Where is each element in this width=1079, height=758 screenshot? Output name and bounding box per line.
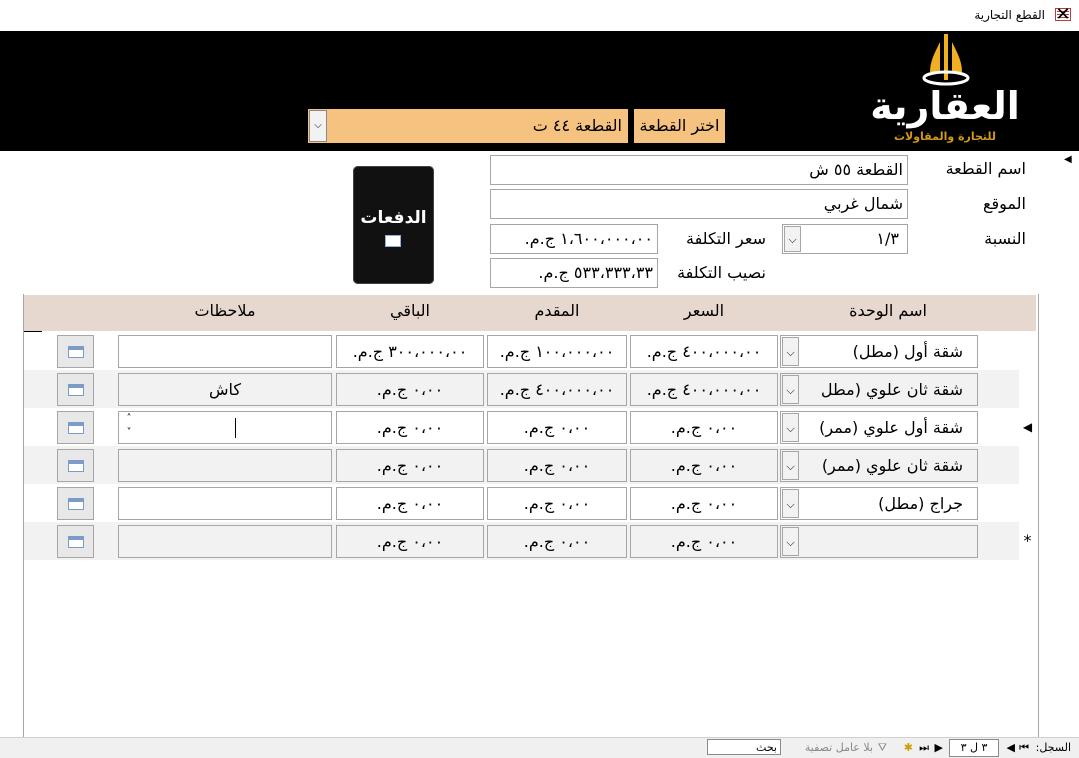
previous-record-icon[interactable]: ◀ <box>1007 741 1015 754</box>
logo-text: العقارية <box>870 84 1020 128</box>
chevron-down-icon[interactable]: ⌵ <box>782 413 799 442</box>
status-bar: السجل: ⏮ ◀ ٣ ل ٣ ▶ ⏭ ✱ ⛛ بلا عامل تصفية … <box>0 737 1079 758</box>
notes-field[interactable] <box>118 449 332 482</box>
record-label: السجل: <box>1035 741 1071 754</box>
current-record-marker[interactable]: ◀ <box>1019 408 1036 446</box>
record-number-field[interactable]: ٣ ل ٣ <box>949 739 999 757</box>
notes-field[interactable]: كاش <box>118 373 332 406</box>
price-field[interactable]: ٤٠٠،٠٠٠،٠٠ ج.م. <box>630 373 778 406</box>
form-icon <box>385 235 401 247</box>
notes-field[interactable] <box>118 335 332 368</box>
col-header-notes: ملاحظات <box>194 301 256 320</box>
col-header-down: المقدم <box>534 301 580 320</box>
unit-name-combo[interactable]: ⌵ <box>780 525 978 558</box>
plot-name-field[interactable]: القطعة ٥٥ ش <box>490 155 908 185</box>
remaining-field[interactable]: ٣٠٠،٠٠٠،٠٠ ج.م. <box>336 335 484 368</box>
spin-arrows-icon[interactable]: ˄ ˅ <box>121 412 137 440</box>
ratio-value: ١/٣ <box>876 229 899 248</box>
col-header-rest: الباقي <box>389 301 430 320</box>
form-icon <box>68 536 84 548</box>
chevron-down-icon[interactable]: ⌵ <box>782 375 799 404</box>
chevron-down-icon[interactable]: ⌵ <box>782 489 799 518</box>
unit-name-combo[interactable]: ⌵ شقة ثان علوي (ممر) <box>780 449 978 482</box>
remaining-field[interactable]: ٠،٠٠ ج.م. <box>336 525 484 558</box>
col-header-unit: اسم الوحدة <box>849 301 927 320</box>
unit-name-combo[interactable]: ⌵ جراج (مطل) <box>780 487 978 520</box>
chevron-down-icon[interactable]: ⌵ <box>784 226 801 252</box>
cost-price-label: سعر التكلفة <box>686 229 766 248</box>
location-field[interactable]: شمال غربي <box>490 189 908 219</box>
price-field[interactable]: ٠،٠٠ ج.م. <box>630 411 778 444</box>
unit-name-value: جراج (مطل) <box>878 494 963 513</box>
title-bar <box>0 0 1079 32</box>
price-field[interactable]: ٤٠٠،٠٠٠،٠٠ ج.م. <box>630 335 778 368</box>
form-icon <box>68 422 84 434</box>
logo-subtitle: للتجارة والمقاولات <box>893 130 997 143</box>
plot-name-label: اسم القطعة <box>945 159 1026 178</box>
new-record-icon[interactable]: ✱ <box>904 741 913 754</box>
down-payment-field[interactable]: ٠،٠٠ ج.م. <box>487 411 627 444</box>
unit-name-combo[interactable]: ⌵ شقة أول علوي (ممر) <box>780 411 978 444</box>
remaining-field[interactable]: ٠،٠٠ ج.م. <box>336 487 484 520</box>
form-icon <box>68 498 84 510</box>
down-payment-field[interactable]: ٤٠٠،٠٠٠،٠٠ ج.م. <box>487 373 627 406</box>
location-label: الموقع <box>983 194 1026 213</box>
down-payment-field[interactable]: ٠،٠٠ ج.م. <box>487 487 627 520</box>
new-record-marker[interactable]: * <box>1019 522 1036 560</box>
chevron-down-icon[interactable]: ⌵ <box>309 110 327 142</box>
notes-field[interactable]: ˄ ˅ <box>118 411 332 444</box>
record-selector-icon[interactable]: ◀ <box>1064 154 1072 165</box>
open-details-button[interactable] <box>57 525 94 558</box>
chevron-down-icon[interactable]: ⌵ <box>782 451 799 480</box>
first-record-icon[interactable]: ⏮ <box>1019 741 1029 755</box>
filter-status[interactable]: بلا عامل تصفية <box>805 741 873 754</box>
open-details-button[interactable] <box>57 411 94 444</box>
down-payment-field[interactable]: ٠،٠٠ ج.م. <box>487 525 627 558</box>
choose-plot-label: اختر القطعة <box>634 109 725 143</box>
remaining-field[interactable]: ٠،٠٠ ج.م. <box>336 411 484 444</box>
search-field[interactable]: بحث <box>707 739 781 755</box>
notes-field[interactable] <box>118 487 332 520</box>
col-header-price: السعر <box>683 301 725 320</box>
unit-name-value: شقة أول علوي (ممر) <box>819 418 963 437</box>
open-details-button[interactable] <box>57 487 94 520</box>
chevron-down-icon[interactable]: ⌵ <box>782 337 799 366</box>
cost-share-field[interactable]: ٥٣٣،٣٣٣،٣٣ ج.م. <box>490 258 658 288</box>
ratio-combo[interactable]: ١/٣ ⌵ <box>782 224 908 254</box>
unit-name-value: شقة ثان علوي (ممر) <box>821 456 963 475</box>
unit-name-value: شقة ثان علوي (مطل <box>820 380 963 399</box>
last-record-icon[interactable]: ⏭ <box>919 741 929 755</box>
payments-button-label: الدفعات <box>360 208 427 228</box>
close-button[interactable]: ✕ <box>1052 4 1074 26</box>
open-details-button[interactable] <box>57 373 94 406</box>
form-icon <box>68 346 84 358</box>
window-title: القطع التجارية <box>974 8 1045 22</box>
price-field[interactable]: ٠،٠٠ ج.م. <box>630 525 778 558</box>
filter-icon[interactable]: ⛛ <box>878 741 887 755</box>
notes-field[interactable] <box>118 525 332 558</box>
choose-plot-combo[interactable]: القطعة ٤٤ ت ⌵ <box>308 109 628 143</box>
remaining-field[interactable]: ٠،٠٠ ج.م. <box>336 373 484 406</box>
price-field[interactable]: ٠،٠٠ ج.م. <box>630 487 778 520</box>
choose-plot-value: القطعة ٤٤ ت <box>532 116 622 135</box>
chevron-down-icon[interactable]: ⌵ <box>782 527 799 556</box>
unit-name-combo[interactable]: ⌵ شقة ثان علوي (مطل <box>780 373 978 406</box>
down-payment-field[interactable]: ١٠٠،٠٠٠،٠٠ ج.م. <box>487 335 627 368</box>
cost-share-label: نصيب التكلفة <box>677 263 766 282</box>
open-details-button[interactable] <box>57 335 94 368</box>
ratio-label: النسبة <box>984 229 1026 248</box>
unit-name-combo[interactable]: ⌵ شقة أول (مطل) <box>780 335 978 368</box>
form-icon <box>68 460 84 472</box>
remaining-field[interactable]: ٠،٠٠ ج.م. <box>336 449 484 482</box>
text-cursor <box>235 418 236 438</box>
unit-name-value: شقة أول (مطل) <box>852 342 963 361</box>
cost-price-field[interactable]: ١،٦٠٠،٠٠٠،٠٠ ج.م. <box>490 224 658 254</box>
open-details-button[interactable] <box>57 449 94 482</box>
down-payment-field[interactable]: ٠،٠٠ ج.م. <box>487 449 627 482</box>
price-field[interactable]: ٠،٠٠ ج.م. <box>630 449 778 482</box>
form-icon <box>68 384 84 396</box>
next-record-icon[interactable]: ▶ <box>935 741 943 754</box>
